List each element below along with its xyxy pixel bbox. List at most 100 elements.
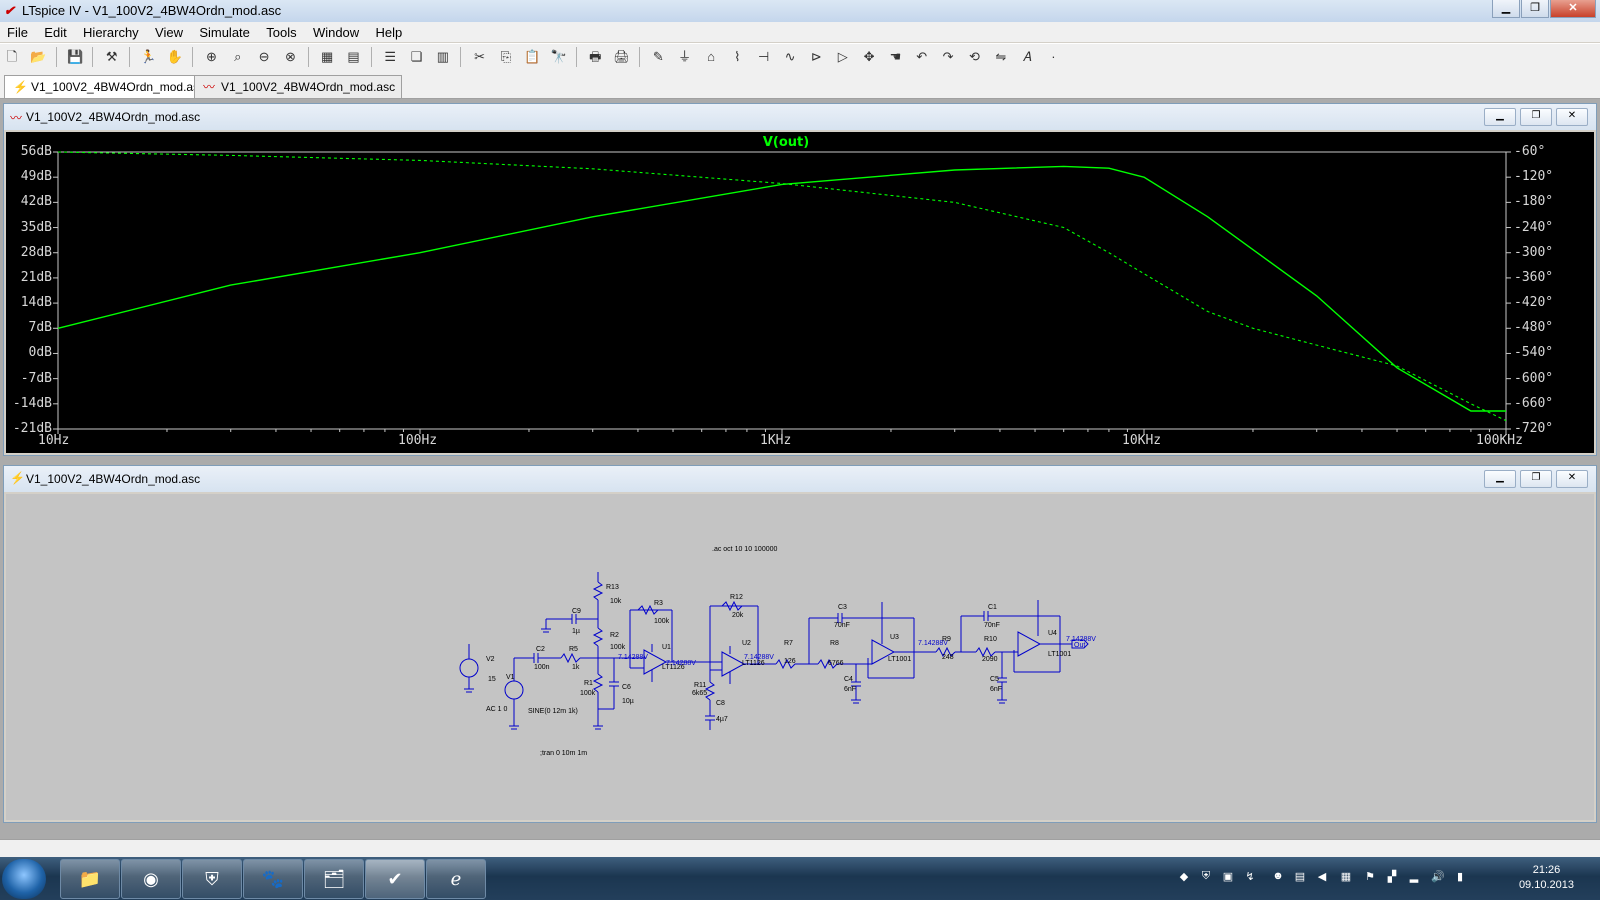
tray-icon[interactable]: ▤ xyxy=(1292,870,1308,886)
schematic-label[interactable]: 20k xyxy=(732,612,743,619)
schematic-label[interactable]: C9 xyxy=(572,608,581,615)
schematic-label[interactable]: 1k xyxy=(572,664,579,671)
run-icon[interactable]: 🏃 xyxy=(138,47,158,67)
tray-icon[interactable]: ◆ xyxy=(1176,870,1192,886)
drag-icon[interactable]: ☚ xyxy=(885,47,905,67)
schematic-label[interactable]: C8 xyxy=(716,700,725,707)
tray-icon[interactable]: ◀ xyxy=(1314,870,1330,886)
minimize-button[interactable]: ▁ xyxy=(1484,470,1516,488)
autorange-icon[interactable]: ▦ xyxy=(317,47,337,67)
schematic-label[interactable]: 6nF xyxy=(844,686,856,693)
minimize-button[interactable]: ▁ xyxy=(1492,0,1520,18)
schematic-label[interactable]: C3 xyxy=(838,604,847,611)
schematic-label[interactable]: V1 xyxy=(506,674,515,681)
schematic-label[interactable]: 126 xyxy=(784,658,796,665)
schematic-label[interactable]: R3 xyxy=(654,600,663,607)
spice-directive-icon[interactable]: · xyxy=(1043,47,1063,67)
zoom-fit-icon[interactable]: ⊗ xyxy=(280,47,300,67)
clock[interactable]: 21:26 09.10.2013 xyxy=(1519,863,1574,893)
schematic-label[interactable]: Out xyxy=(1074,642,1085,649)
inductor-icon[interactable]: ∿ xyxy=(780,47,800,67)
schematic-label[interactable]: 10µ xyxy=(622,698,634,705)
schematic-label[interactable]: ;tran 0 10m 1m xyxy=(540,750,587,757)
cascade-icon[interactable]: ❏ xyxy=(407,47,427,67)
close-button[interactable]: ✕ xyxy=(1556,470,1588,488)
schematic-label[interactable]: LT1001 xyxy=(888,656,911,663)
menu-edit[interactable]: Edit xyxy=(37,22,72,40)
capacitor-icon[interactable]: ⊣ xyxy=(754,47,774,67)
schematic-label[interactable]: 6k65 xyxy=(692,690,707,697)
schematic-label[interactable]: R5 xyxy=(569,646,578,653)
ltspice-task-icon[interactable]: ✔ xyxy=(365,859,425,899)
schematic-label[interactable]: R7 xyxy=(784,640,793,647)
schematic-label[interactable]: 70nF xyxy=(984,622,1000,629)
schematic-label[interactable]: R12 xyxy=(730,594,743,601)
menu-window[interactable]: Window xyxy=(306,22,365,40)
schematic-canvas[interactable]: .ac oct 10 10 100000 ;tran 0 10m 1m AC 1 0… xyxy=(6,494,1594,820)
schematic-label[interactable]: R1 xyxy=(584,680,593,687)
control-panel-icon[interactable]: ⚒ xyxy=(102,47,122,67)
copy-icon[interactable]: ⎘ xyxy=(496,47,516,67)
schematic-label[interactable]: LT1001 xyxy=(1048,651,1071,658)
print-setup-icon[interactable]: 🖶 xyxy=(585,47,605,67)
tray-icon[interactable]: ▦ xyxy=(1338,870,1354,886)
redo-icon[interactable]: ↷ xyxy=(938,47,958,67)
app-task-icon[interactable]: ⛨ xyxy=(182,859,242,899)
restore-button[interactable]: ❐ xyxy=(1520,108,1552,126)
schematic-label[interactable]: 100n xyxy=(534,664,550,671)
schematic-label[interactable]: R11 xyxy=(694,682,706,689)
schematic-label[interactable]: 7.14288V xyxy=(618,654,648,661)
gimp-task-icon[interactable]: 🐾 xyxy=(243,859,303,899)
folder-task-icon[interactable]: 🗂 xyxy=(304,859,364,899)
schematic-label[interactable]: 4µ7 xyxy=(716,716,728,723)
schematic-label[interactable]: .ac oct 10 10 100000 xyxy=(712,546,777,553)
v1-source[interactable] xyxy=(504,680,524,700)
tile-horizontal-icon[interactable]: ☰ xyxy=(380,47,400,67)
menu-help[interactable]: Help xyxy=(369,22,409,40)
schematic-label[interactable]: U3 xyxy=(890,634,899,641)
halt-icon[interactable]: ✋ xyxy=(165,47,185,67)
menu-tools[interactable]: Tools xyxy=(259,22,302,40)
tray-icon[interactable]: ↯ xyxy=(1242,870,1258,886)
grid-icon[interactable]: ▤ xyxy=(344,47,364,67)
schematic-label[interactable]: R2 xyxy=(610,632,619,639)
menu-file[interactable]: File xyxy=(0,22,34,40)
chrome-task-icon[interactable]: ◉ xyxy=(121,859,181,899)
restore-button[interactable]: ❐ xyxy=(1520,470,1552,488)
tab-waveform[interactable]: 〰 V1_100V2_4BW4Ordn_mod.asc xyxy=(194,75,403,98)
schematic-label[interactable]: 100k xyxy=(580,690,595,697)
schematic-label[interactable]: 100k xyxy=(610,644,625,651)
text-icon[interactable]: 𝐴 xyxy=(1017,47,1037,67)
schematic-label[interactable]: U4 xyxy=(1048,630,1057,637)
schematic-label[interactable]: R13 xyxy=(606,584,619,591)
schematic-label[interactable]: C5 xyxy=(990,676,999,683)
schematic-label[interactable]: C2 xyxy=(536,646,545,653)
wire-icon[interactable]: ✎ xyxy=(648,47,668,67)
tray-icon[interactable]: ▮ xyxy=(1452,870,1468,886)
mirror-icon[interactable]: ⇋ xyxy=(991,47,1011,67)
schematic-label[interactable]: R10 xyxy=(984,636,997,643)
tray-icon[interactable]: ☻ xyxy=(1270,870,1286,886)
undo-icon[interactable]: ↶ xyxy=(912,47,932,67)
schematic-label[interactable]: 248 xyxy=(942,654,954,661)
open-icon[interactable]: 📂 xyxy=(28,47,48,67)
pan-icon[interactable]: ⌕ xyxy=(228,47,248,67)
schematic-label[interactable]: U1 xyxy=(662,644,671,651)
schematic-label[interactable]: 10k xyxy=(610,598,621,605)
network-icon[interactable]: ▂ xyxy=(1406,870,1422,886)
schematic-label[interactable]: V2 xyxy=(486,656,495,663)
u2-opamp[interactable] xyxy=(721,651,746,677)
new-schematic-icon[interactable]: 🗋 xyxy=(2,47,22,67)
menu-simulate[interactable]: Simulate xyxy=(192,22,256,40)
schematic-label[interactable]: SINE(0 12m 1k) xyxy=(528,708,578,715)
schematic-label[interactable]: 2090 xyxy=(982,656,998,663)
minimize-button[interactable]: ▁ xyxy=(1484,108,1516,126)
schematic-label[interactable]: 15 xyxy=(488,676,496,683)
schematic-label[interactable]: LT1126 xyxy=(742,660,765,667)
schematic-label[interactable]: U2 xyxy=(742,640,751,647)
menu-hierarchy[interactable]: Hierarchy xyxy=(76,22,145,40)
tile-vertical-icon[interactable]: ▥ xyxy=(433,47,453,67)
close-button[interactable]: ✕ xyxy=(1556,108,1588,126)
schematic-label[interactable]: 6nF xyxy=(990,686,1002,693)
ground-icon[interactable]: ⏚ xyxy=(675,47,695,67)
